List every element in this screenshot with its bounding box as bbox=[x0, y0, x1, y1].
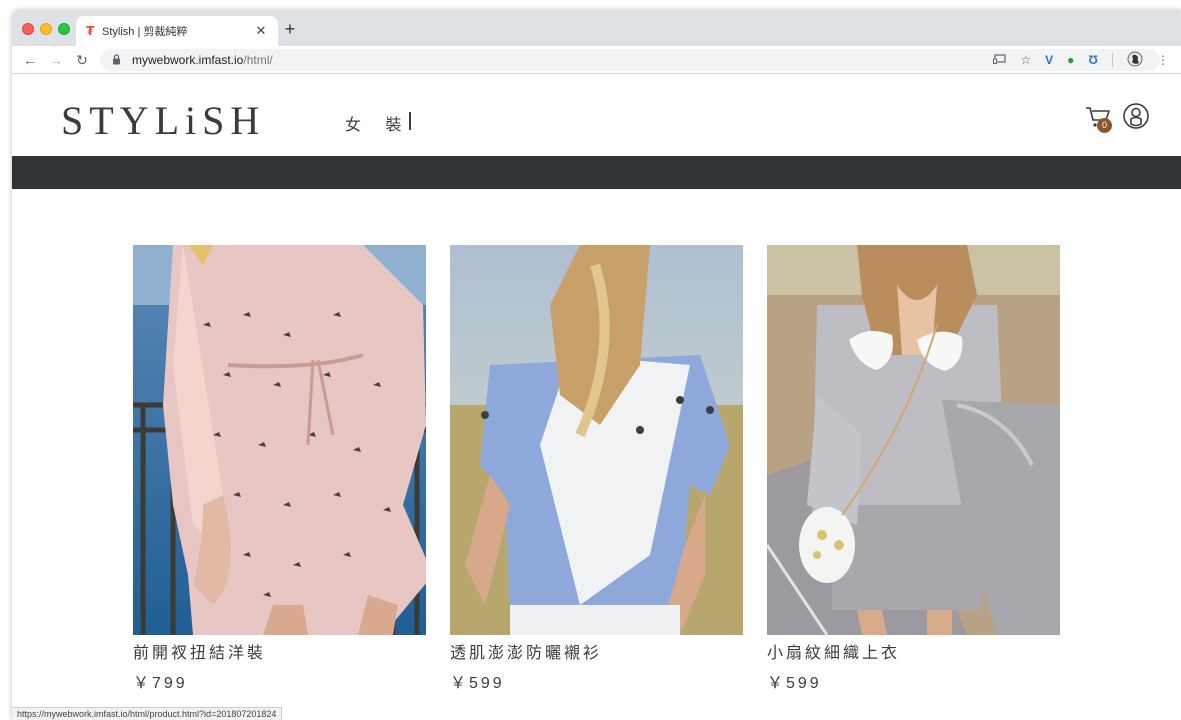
tab-strip: ₮ Stylish | 剪裁純粹 ✕ + bbox=[12, 10, 1181, 46]
tab-close-icon[interactable]: ✕ bbox=[254, 23, 268, 39]
product-price: ￥599 bbox=[767, 675, 822, 692]
site-logo[interactable]: STYLiSH bbox=[61, 97, 265, 144]
browser-tab[interactable]: ₮ Stylish | 剪裁純粹 ✕ bbox=[76, 16, 278, 46]
kebab-menu-icon[interactable]: ⋮ bbox=[1157, 53, 1169, 67]
web-page: STYLiSH 女 裝 0 前開衩扭結洋裝 ￥799 透肌澎澎防曬襯衫 ￥599… bbox=[12, 75, 1181, 720]
product-price: ￥599 bbox=[450, 675, 505, 692]
minimize-window-button[interactable] bbox=[40, 23, 52, 35]
toolbar-separator bbox=[1112, 53, 1113, 67]
tab-favicon-icon: ₮ bbox=[86, 24, 95, 38]
product-name[interactable]: 小扇紋細織上衣 bbox=[767, 639, 1060, 662]
bookmark-star-icon[interactable]: ☆ bbox=[1020, 53, 1031, 67]
maximize-window-button[interactable] bbox=[58, 23, 70, 35]
v-extension-icon[interactable]: V bbox=[1045, 53, 1053, 67]
url-text: mywebwork.imfast.io/html/ bbox=[132, 53, 273, 67]
product-card[interactable]: 小扇紋細織上衣 ￥599 bbox=[767, 245, 1060, 693]
blue-white-shirt-back-view-photo[interactable] bbox=[450, 245, 743, 635]
product-price: ￥799 bbox=[133, 675, 188, 692]
url-host: mywebwork.imfast.io bbox=[132, 53, 244, 67]
lock-icon bbox=[112, 53, 124, 67]
url-path: /html/ bbox=[243, 53, 273, 67]
evernote-icon[interactable]: ● bbox=[1067, 53, 1074, 67]
category-bar bbox=[12, 156, 1181, 189]
tab-title: Stylish | 剪裁純粹 bbox=[102, 26, 188, 38]
new-tab-button[interactable]: + bbox=[280, 19, 300, 40]
nav-separator bbox=[409, 112, 411, 130]
forward-button[interactable]: → bbox=[46, 50, 66, 70]
u-extension-icon[interactable]: Ʊ bbox=[1088, 53, 1098, 67]
back-button[interactable]: ← bbox=[20, 50, 40, 70]
cart-count-badge: 0 bbox=[1097, 118, 1112, 133]
profile-avatar-icon[interactable] bbox=[1127, 51, 1143, 70]
product-card[interactable]: 透肌澎澎防曬襯衫 ￥599 bbox=[450, 245, 743, 693]
product-name[interactable]: 前開衩扭結洋裝 bbox=[133, 639, 426, 662]
nav-item-women[interactable]: 女 裝 bbox=[345, 111, 411, 135]
reload-button[interactable]: ↻ bbox=[72, 50, 92, 70]
site-header: STYLiSH 女 裝 0 bbox=[12, 75, 1181, 156]
member-icon[interactable] bbox=[1123, 103, 1149, 129]
browser-window: ₮ Stylish | 剪裁純粹 ✕ + ← → ↻ mywebwork.imf… bbox=[12, 10, 1181, 720]
product-name[interactable]: 透肌澎澎防曬襯衫 bbox=[450, 639, 743, 662]
close-window-button[interactable] bbox=[22, 23, 34, 35]
product-list: 前開衩扭結洋裝 ￥799 透肌澎澎防曬襯衫 ￥599 小扇紋細織上衣 ￥599 bbox=[133, 245, 1063, 695]
grey-shell-pattern-top-photo[interactable] bbox=[767, 245, 1060, 635]
toolbar-icons: ☆ V ● Ʊ ⋮ bbox=[993, 49, 1169, 71]
product-card[interactable]: 前開衩扭結洋裝 ￥799 bbox=[133, 245, 426, 693]
pink-bird-print-wrap-dress-photo[interactable] bbox=[133, 245, 426, 635]
browser-toolbar: ← → ↻ mywebwork.imfast.io/html/ ☆ V ● Ʊ … bbox=[12, 46, 1181, 74]
status-bar-url: https://mywebwork.imfast.io/html/product… bbox=[12, 707, 283, 720]
cast-icon[interactable] bbox=[993, 53, 1006, 67]
